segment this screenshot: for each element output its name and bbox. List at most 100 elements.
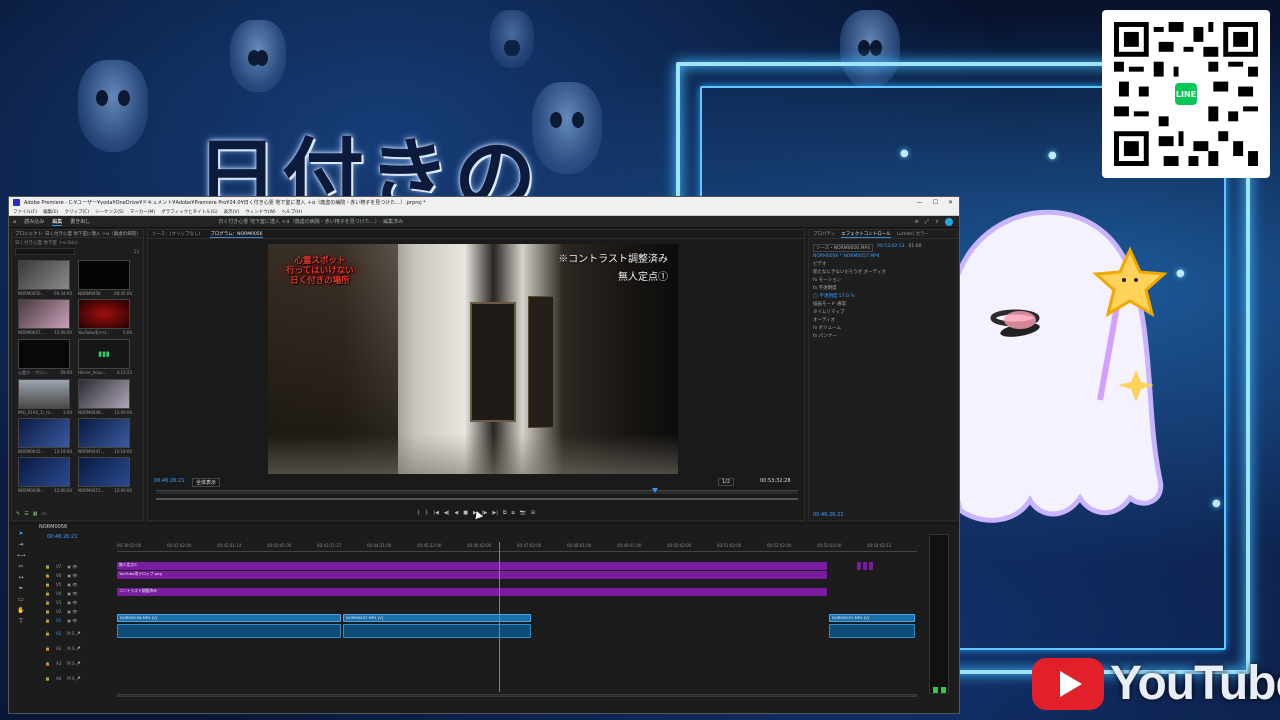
tab-edit[interactable]: 編集 [52, 218, 63, 226]
timeline-clip-v7[interactable]: 無人定点① [117, 562, 827, 570]
menu-file[interactable]: ファイル(F) [13, 209, 37, 215]
effect-row-volume[interactable]: fx ボリューム [809, 324, 957, 332]
tab-source-monitor[interactable]: ソース：(クリップなし) [152, 231, 200, 237]
home-icon[interactable]: ⌂ [13, 219, 16, 225]
menu-sequence[interactable]: シーケンス(S) [95, 209, 124, 215]
tab-import[interactable]: 読み込み [24, 218, 44, 225]
close-button[interactable]: ✕ [948, 199, 953, 206]
timeline-horizontal-scrollbar[interactable] [117, 694, 917, 697]
opacity-value[interactable]: ◯ 不透明度 57.0 % [809, 292, 957, 300]
timeline-clip-v1[interactable]: NORM0056.MP4 [V] [117, 614, 341, 622]
profile-avatar[interactable] [945, 217, 953, 226]
timeline-clip-v1[interactable]: NORM0057.MP4 [V] [343, 614, 531, 622]
project-item[interactable]: IMG_0194_1r_m... 3:00 [18, 379, 74, 415]
menu-view[interactable]: 表示(V) [224, 209, 240, 215]
icon-view-icon[interactable]: ▦ [33, 511, 38, 517]
fullscreen-icon[interactable]: ⤢ [925, 219, 929, 225]
hand-tool-icon[interactable]: ✋ [17, 607, 24, 614]
track-header[interactable]: 🔒 V5 ▣ 👁 [45, 580, 115, 589]
freeform-view-icon[interactable]: ▭ [41, 511, 46, 517]
monitor-zoom-bar[interactable] [156, 498, 798, 500]
selection-tool-icon[interactable]: ➤ [18, 530, 23, 537]
project-item[interactable]: YouTube用テロ... 5:00 [78, 299, 134, 336]
effect-row-time-remap[interactable]: タイムリマップ [809, 308, 957, 316]
track-header[interactable]: 🔒 A3 M S 🎤 [45, 659, 115, 668]
tab-export[interactable]: 書き出し [70, 218, 90, 225]
timeline-clip-v1[interactable]: NORM0057.MP4 [V] [829, 614, 915, 622]
menu-edit[interactable]: 編集(E) [43, 209, 58, 215]
tab-lumetri[interactable]: Lumetri カラー [897, 231, 929, 237]
menu-graphics[interactable]: グラフィックとタイトル(G) [161, 209, 217, 215]
list-view-icon[interactable]: ☰ [24, 511, 28, 517]
minimize-button[interactable]: — [917, 199, 923, 206]
maximize-button[interactable]: ☐ [933, 199, 938, 206]
comparison-view-icon[interactable]: ⊞ [531, 510, 535, 516]
project-panel-header[interactable]: プロジェクト: 日く付き心霊 地下室に潜入 ＋α（廃虚の病院） [12, 230, 143, 238]
go-to-out-button[interactable]: ◀| [444, 510, 450, 516]
track-header[interactable]: 🔒 V3 ▣ 👁 [45, 598, 115, 607]
step-back-button[interactable]: ◀ [454, 510, 458, 516]
effect-row-motion[interactable]: fx モーション [809, 276, 957, 284]
track-header[interactable]: 🔒 A2 M S 🎤 [45, 644, 115, 653]
track-select-tool-icon[interactable]: ⇥ [18, 541, 23, 548]
quality-dropdown[interactable]: 1/2 [718, 478, 735, 486]
track-header[interactable]: 🔒 V6 ▣ 👁 [45, 571, 115, 580]
menu-clip[interactable]: クリップ(C) [64, 209, 89, 215]
stop-button[interactable]: ■ [463, 510, 468, 516]
share-icon[interactable]: ⇪ [935, 219, 939, 225]
project-search-input[interactable] [15, 248, 75, 255]
timeline-clip-v4[interactable]: コントラスト調整済み [117, 588, 827, 596]
monitor-playhead[interactable] [652, 488, 658, 493]
timeline-clip-a1[interactable] [117, 624, 341, 638]
mark-out-button[interactable]: } [425, 510, 428, 516]
source-clip-label[interactable]: ソース・NORM0056.MP4 [813, 244, 874, 252]
timeline-playhead[interactable] [499, 542, 500, 692]
tab-effect-controls[interactable]: エフェクトコントロール [841, 231, 891, 238]
monitor-time-ruler[interactable] [156, 490, 798, 494]
track-header[interactable]: 🔒 A4 M S 🎤 [45, 674, 115, 683]
track-header[interactable]: 🔒 A1 M S 🎤 [45, 629, 115, 638]
tab-program-monitor[interactable]: プログラム：NORM0056 [210, 231, 263, 238]
timeline-ruler[interactable]: 00:39:52:00 00:41:02:00 00:42:01:14 00:4… [117, 540, 917, 552]
slip-tool-icon[interactable]: ↔ [18, 574, 23, 581]
effect-row-panner[interactable]: fx パンナー [809, 332, 957, 340]
mark-in-button[interactable]: { [417, 510, 420, 516]
track-header[interactable]: 🔒 V1 ▣ 👁 [45, 616, 115, 625]
project-item[interactable]: NORM0045... 12:19:00 [18, 418, 74, 454]
project-item[interactable]: NORM0050... 00:34:00 [18, 260, 74, 296]
project-item[interactable]: NORM0049... 12:00:00 [78, 379, 134, 415]
project-item[interactable]: 心霊ポ - ブロン... 09:00 [18, 339, 74, 376]
razor-tool-icon[interactable]: ✂ [18, 563, 23, 570]
timeline-clip-a1[interactable] [829, 624, 915, 638]
effect-row-opacity[interactable]: fx 不透明度 [809, 284, 957, 292]
timeline-timecode[interactable]: 00:46:26:21 [47, 534, 78, 540]
menu-window[interactable]: ウィンドウ(W) [245, 209, 275, 215]
track-header[interactable]: 🔒 V7 ▣ 👁 [45, 562, 115, 571]
project-item[interactable]: NORM0048... 12:00:00 [18, 457, 74, 493]
menu-help[interactable]: ヘルプ(H) [282, 209, 302, 215]
overwrite-button[interactable]: ⧈ [511, 510, 514, 516]
go-to-in-button[interactable]: |◀ [433, 510, 439, 516]
project-item[interactable]: ▮▮▮ Horror_Acou... 4:13:22 [78, 339, 134, 376]
project-item[interactable]: NORM0056 09:45:00 [78, 260, 134, 296]
insert-button[interactable]: ⧉ [503, 510, 507, 516]
menu-marker[interactable]: マーカー(M) [130, 209, 155, 215]
timeline-clip-v7-small[interactable] [857, 562, 861, 570]
project-item[interactable]: NORM0047... 12:19:00 [78, 418, 134, 454]
ripple-edit-tool-icon[interactable]: ⟷ [17, 552, 26, 559]
track-header[interactable]: 🔒 V2 ▣ 👁 [45, 607, 115, 616]
project-item[interactable]: NORM0057... 12:00:00 [18, 299, 74, 336]
timeline-clip-a1[interactable] [343, 624, 531, 638]
go-to-end-button[interactable]: ▶| [492, 510, 498, 516]
blend-mode-row[interactable]: 描画モード 通常 [809, 300, 957, 308]
track-header[interactable]: 🔒 V4 ▣ 👁 [45, 589, 115, 598]
pen-tool-icon[interactable]: ✒ [18, 585, 23, 592]
fit-dropdown[interactable]: 全体表示 [192, 478, 221, 487]
timeline-tab[interactable]: NORM0056 [39, 524, 67, 530]
timeline-clip-v7-small[interactable] [863, 562, 867, 570]
type-tool-icon[interactable]: T [19, 618, 23, 625]
project-item[interactable]: NORM0051... 12:00:00 [78, 457, 134, 493]
tab-properties[interactable]: プロパティ [813, 231, 835, 237]
timeline-clip-v6[interactable]: YouTube用テロップ.png [117, 571, 827, 579]
workspace-menu-icon[interactable]: ≡ [915, 219, 919, 225]
